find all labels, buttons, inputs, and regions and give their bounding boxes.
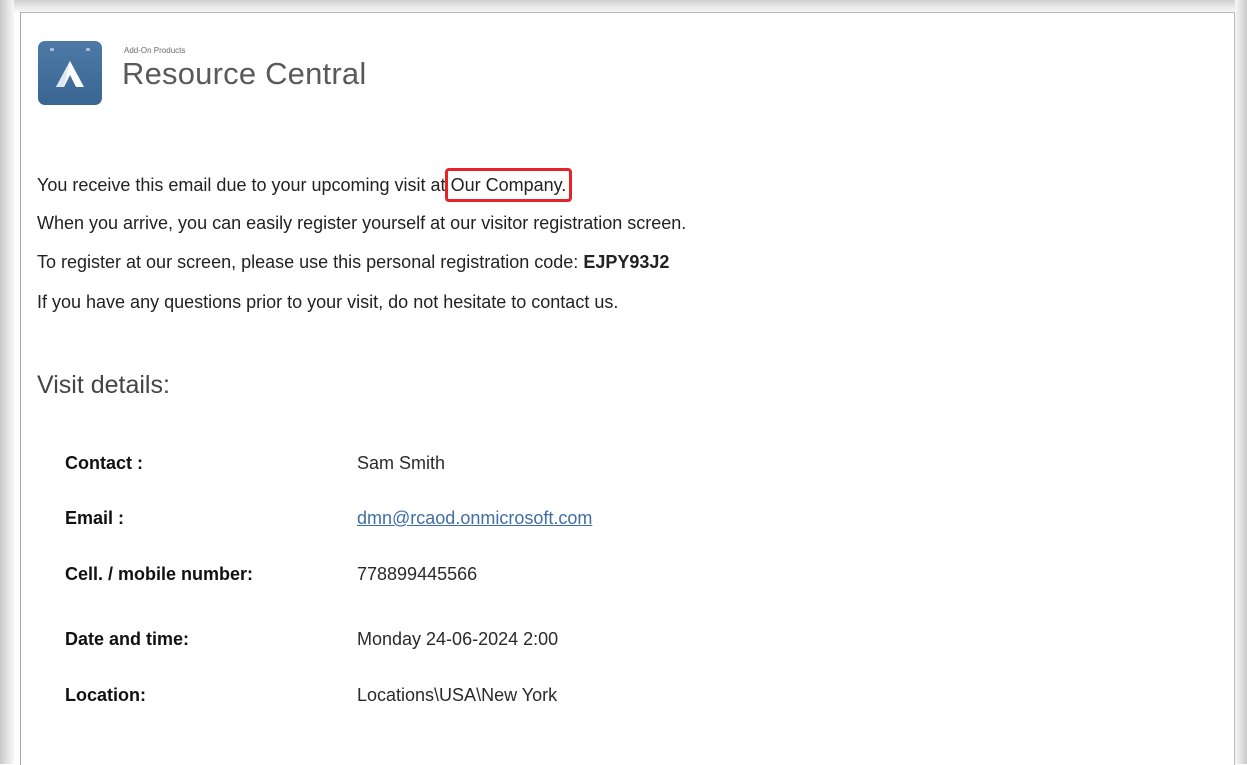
detail-value: Sam Smith <box>357 453 446 473</box>
company-name-highlight: Our Company. <box>444 168 573 202</box>
detail-label: Contact : <box>65 453 143 473</box>
delta-triangle-icon <box>56 61 84 87</box>
detail-label: Cell. / mobile number: <box>65 564 254 584</box>
message-line-4: If you have any questions prior to your … <box>37 292 619 312</box>
detail-row-mobile: Cell. / mobile number: 778899445566 <box>65 564 965 594</box>
detail-value: 778899445566 <box>357 564 478 584</box>
brand-subtitle: Add-On Products <box>124 46 186 55</box>
registration-intro-text: To register at our screen, please use th… <box>37 252 579 272</box>
message-line-1: You receive this email due to your upcom… <box>37 168 573 202</box>
email-link[interactable]: dmn@rcaod.onmicrosoft.com <box>357 508 592 529</box>
visit-intro-text: You receive this email due to your upcom… <box>37 175 446 195</box>
detail-label: Date and time: <box>65 629 190 649</box>
detail-row-date-time: Date and time: Monday 24-06-2024 2:00 <box>65 629 965 659</box>
message-line-2: When you arrive, you can easily register… <box>37 213 687 233</box>
visit-details-title: Visit details: <box>37 371 170 399</box>
detail-row-email: Email : dmn@rcaod.onmicrosoft.com <box>65 508 965 538</box>
registration-code: EJPY93J2 <box>583 252 670 272</box>
brand-title: Resource Central <box>122 56 367 91</box>
email-body: Add-On Products Resource Central You rec… <box>20 12 1235 765</box>
window-left-edge <box>0 0 14 764</box>
window-right-edge <box>1235 0 1247 764</box>
logo-dots <box>46 48 94 51</box>
window-top-edge <box>0 0 1247 12</box>
detail-row-location: Location: Locations\USA\New York <box>65 685 965 715</box>
resource-central-logo <box>38 41 102 105</box>
detail-value: Monday 24-06-2024 2:00 <box>357 629 559 649</box>
detail-value: Locations\USA\New York <box>357 685 558 705</box>
detail-label: Location: <box>65 685 146 705</box>
email-preview-window: Add-On Products Resource Central You rec… <box>0 0 1247 765</box>
detail-label: Email : <box>65 508 125 528</box>
company-name: Our Company. <box>450 175 567 195</box>
message-line-3: To register at our screen, please use th… <box>37 252 669 273</box>
detail-row-contact: Contact : Sam Smith <box>65 453 965 483</box>
